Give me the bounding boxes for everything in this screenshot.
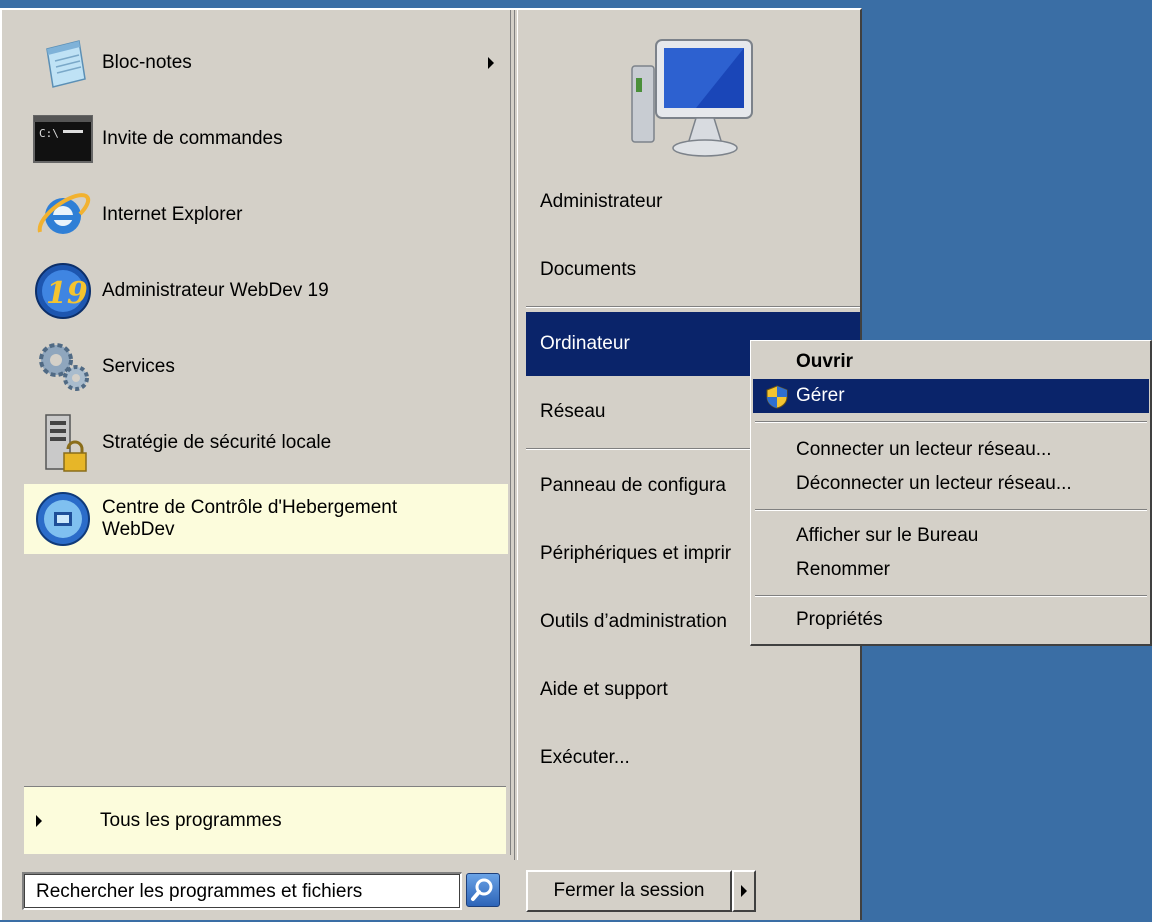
program-label: Centre de Contrôle d'Hebergement WebDev: [102, 497, 397, 541]
context-item-show-on-desktop[interactable]: Afficher sur le Bureau: [753, 519, 1149, 553]
all-programs-button[interactable]: Tous les programmes: [24, 786, 506, 854]
ie-icon: [24, 180, 102, 250]
place-label: Aide et support: [540, 679, 668, 700]
context-item-rename[interactable]: Renommer: [753, 553, 1149, 587]
context-item-map-network-drive[interactable]: Connecter un lecteur réseau...: [753, 433, 1149, 467]
security-policy-icon: [24, 408, 102, 478]
place-executer[interactable]: Exécuter...: [526, 726, 860, 790]
program-label: Stratégie de sécurité locale: [102, 432, 332, 453]
program-label: Internet Explorer: [102, 204, 243, 225]
program-item-webdev-admin[interactable]: 19 Administrateur WebDev 19: [24, 256, 508, 326]
cmd-icon: C:\: [24, 104, 102, 174]
webdev-19-icon: 19: [24, 256, 102, 326]
submenu-arrow-icon[interactable]: [488, 57, 494, 69]
program-item-webdev-hosting-center[interactable]: Centre de Contrôle d'Hebergement WebDev: [24, 484, 508, 554]
separator: [755, 509, 1147, 511]
place-label: Outils d’administration: [540, 611, 727, 632]
program-item-notepad[interactable]: Bloc-notes: [24, 28, 508, 98]
program-label: Bloc-notes: [102, 52, 192, 73]
place-label: Réseau: [540, 401, 606, 422]
context-item-properties[interactable]: Propriétés: [753, 603, 1149, 637]
place-label: Périphériques et imprir: [540, 543, 732, 564]
computer-monitor-icon: [626, 36, 756, 160]
webdev-hosting-icon: [24, 484, 102, 554]
program-label: Services: [102, 356, 175, 377]
context-item-label: Propriétés: [796, 609, 883, 630]
uac-shield-icon: [766, 385, 788, 409]
search-row: Rechercher les programmes et fichiers: [2, 860, 514, 922]
program-label-line1: Centre de Contrôle d'Hebergement: [102, 497, 398, 518]
place-label: Exécuter...: [540, 747, 630, 768]
search-input[interactable]: Rechercher les programmes et fichiers: [22, 872, 462, 910]
logoff-button[interactable]: Fermer la session: [526, 870, 732, 912]
program-item-internet-explorer[interactable]: Internet Explorer: [24, 180, 508, 250]
all-programs-label: Tous les programmes: [100, 809, 282, 831]
pane-divider: [514, 10, 518, 860]
context-item-label: Afficher sur le Bureau: [796, 525, 979, 546]
context-item-label: Ouvrir: [796, 351, 854, 372]
program-label: Invite de commandes: [102, 128, 283, 149]
program-item-local-security-policy[interactable]: Stratégie de sécurité locale: [24, 408, 508, 478]
context-item-disconnect-network-drive[interactable]: Déconnecter un lecteur réseau...: [753, 467, 1149, 501]
svg-text:C:\: C:\: [39, 127, 59, 140]
context-item-ouvrir[interactable]: Ouvrir: [753, 345, 1149, 379]
svg-text:19: 19: [46, 276, 88, 311]
search-button[interactable]: [466, 873, 500, 907]
program-item-cmd[interactable]: C:\ Invite de commandes: [24, 104, 508, 174]
program-label-line2: WebDev: [102, 519, 175, 540]
context-item-label: Connecter un lecteur réseau...: [796, 439, 1052, 460]
program-label: Administrateur WebDev 19: [102, 280, 329, 301]
separator: [526, 306, 860, 308]
context-item-label: Gérer: [796, 385, 845, 406]
separator: [755, 421, 1147, 423]
place-label: Panneau de configura: [540, 475, 726, 496]
search-icon: [471, 878, 493, 901]
place-administrateur[interactable]: Administrateur: [526, 170, 860, 234]
place-label: Documents: [540, 259, 637, 280]
gears-icon: [24, 332, 102, 402]
place-label: Ordinateur: [540, 333, 630, 354]
chevron-right-icon: [36, 814, 42, 827]
search-placeholder: Rechercher les programmes et fichiers: [36, 880, 363, 902]
start-menu: Bloc-notes C:\ Invite de commandes Inter…: [0, 8, 862, 920]
programs-pane: Bloc-notes C:\ Invite de commandes Inter…: [10, 10, 511, 855]
place-aide-et-support[interactable]: Aide et support: [526, 658, 860, 722]
place-documents[interactable]: Documents: [526, 238, 860, 302]
context-item-gerer[interactable]: Gérer: [753, 379, 1149, 413]
program-item-services[interactable]: Services: [24, 332, 508, 402]
context-item-label: Renommer: [796, 559, 890, 580]
place-label: Administrateur: [540, 191, 663, 212]
context-menu: Ouvrir Gérer Connecter un lecteur réseau…: [750, 340, 1152, 646]
context-item-label: Déconnecter un lecteur réseau...: [796, 473, 1072, 494]
logoff-options-arrow-icon[interactable]: [732, 870, 756, 912]
logoff-label: Fermer la session: [553, 880, 705, 901]
notepad-icon: [24, 28, 102, 98]
separator: [755, 595, 1147, 597]
